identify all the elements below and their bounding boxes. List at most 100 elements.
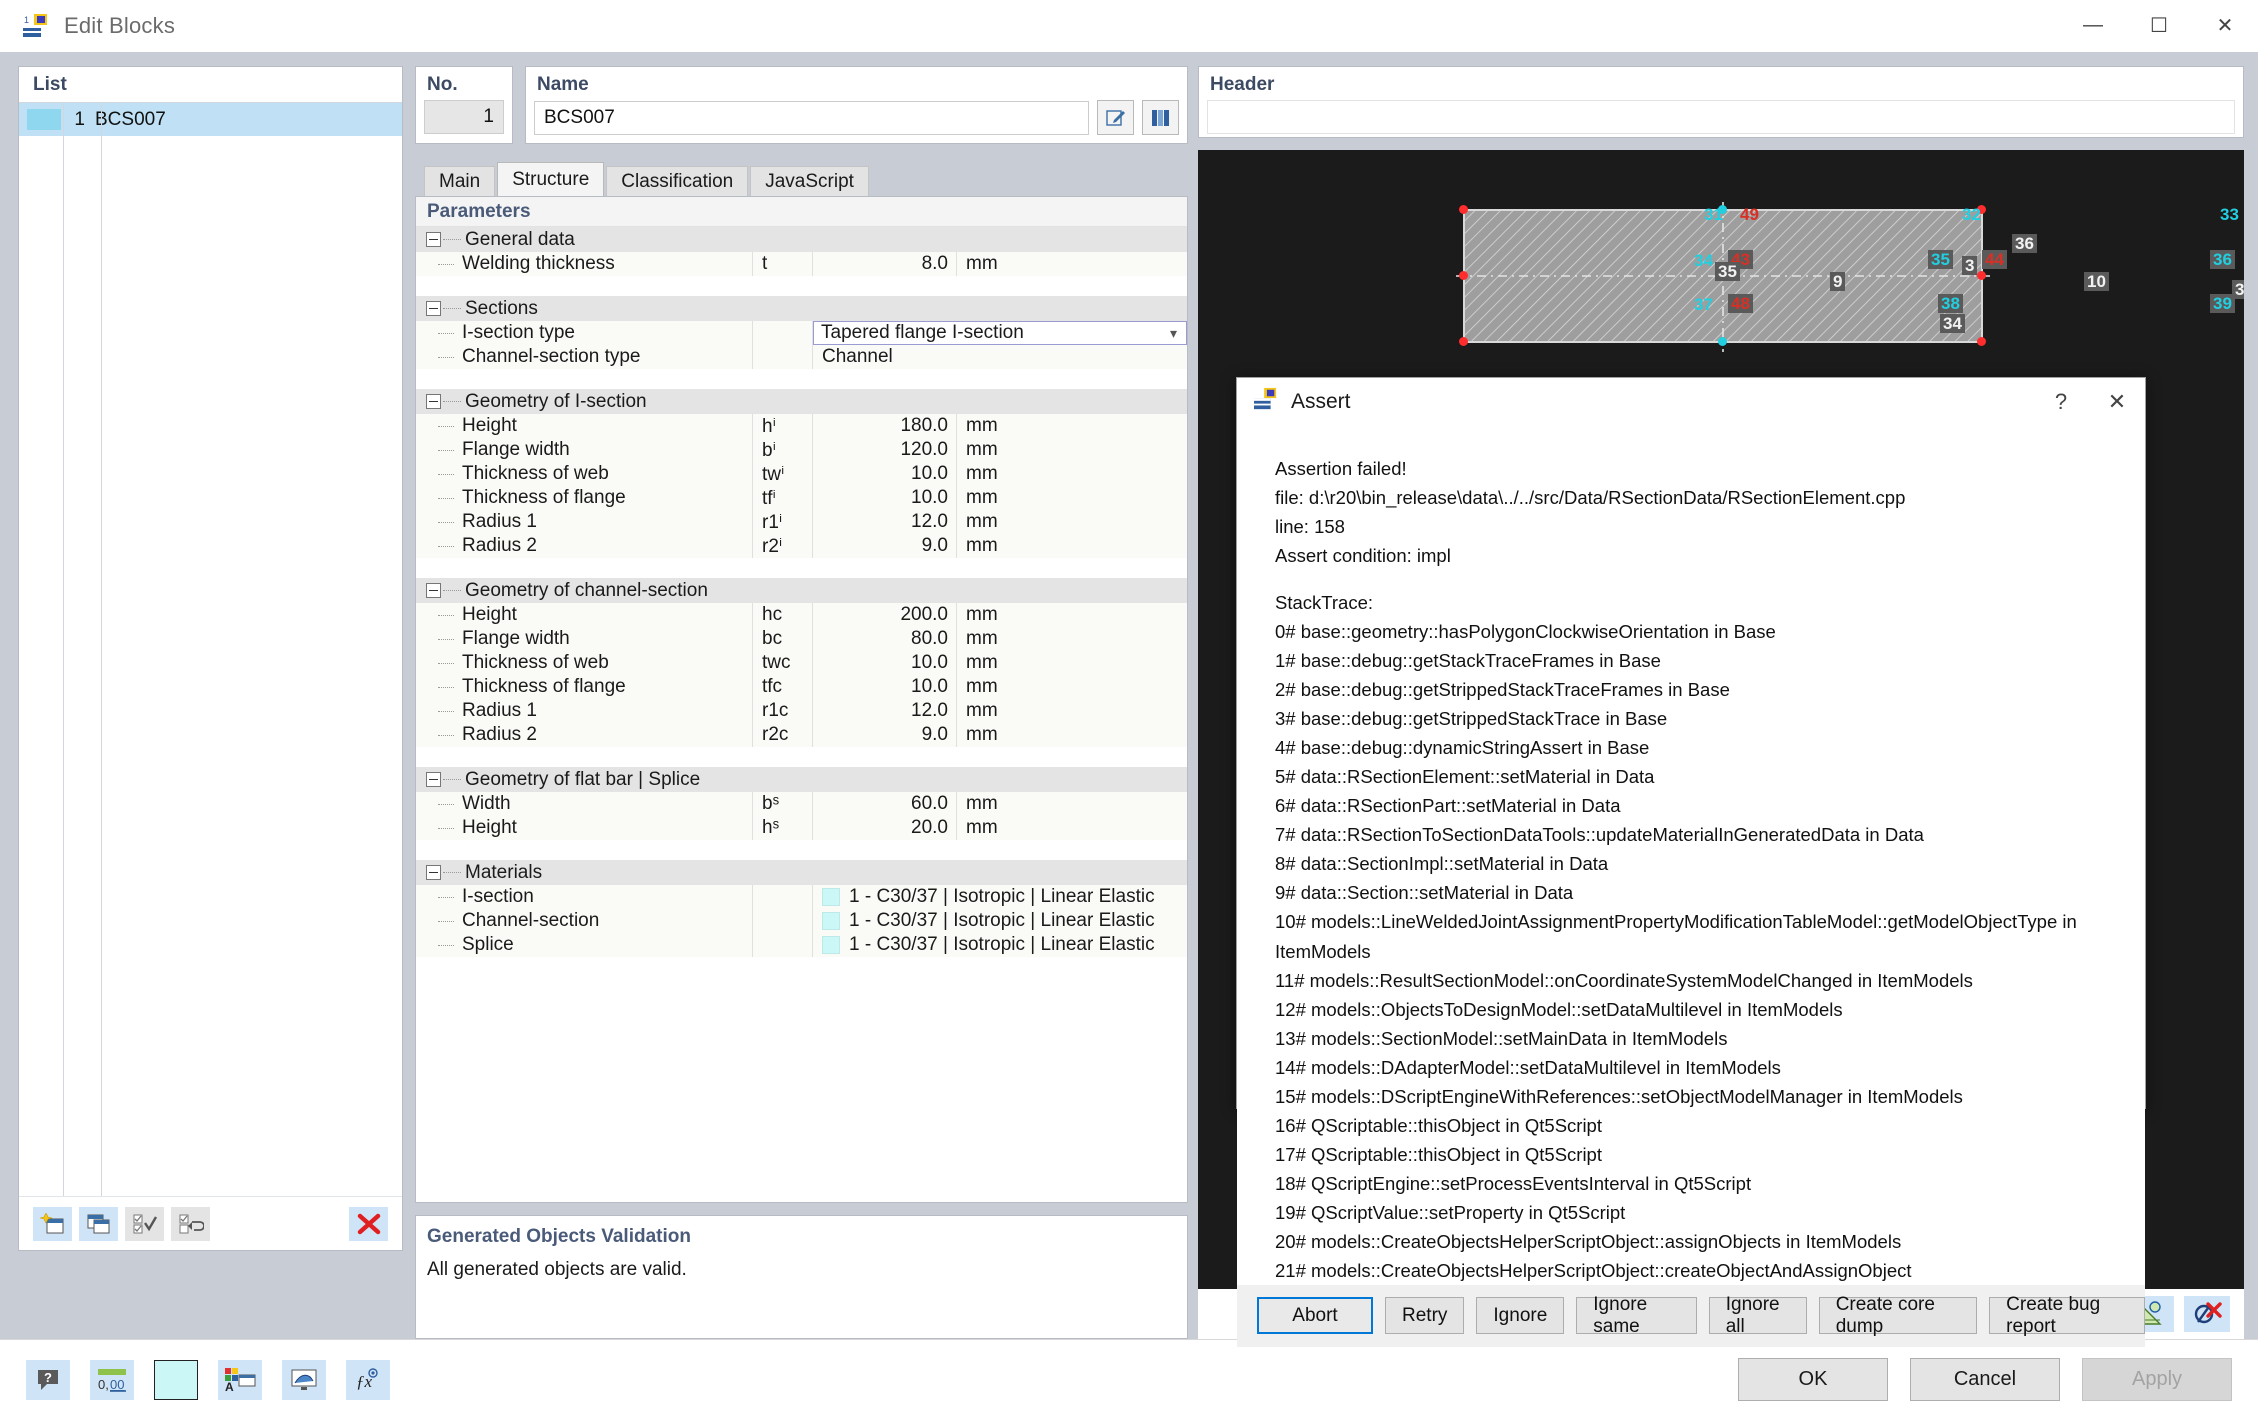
help-icon-button[interactable]: ? bbox=[26, 1359, 70, 1400]
collapse-icon[interactable] bbox=[426, 772, 441, 787]
group-sections[interactable]: Sections bbox=[416, 296, 1187, 321]
row-value[interactable]: 60.0 bbox=[812, 792, 956, 816]
close-button[interactable]: ✕ bbox=[2192, 0, 2258, 52]
row-value[interactable]: 180.0 bbox=[812, 414, 956, 438]
row-value[interactable]: 20.0 bbox=[812, 816, 956, 840]
row-value[interactable]: 12.0 bbox=[812, 699, 956, 723]
assert-dialog[interactable]: Assert ? ✕ Assertion failed! file: d:\r20… bbox=[1236, 377, 2146, 1347]
section-node-label: 49 bbox=[1740, 205, 1759, 224]
close-icon[interactable]: ✕ bbox=[2089, 378, 2145, 426]
tab-classification[interactable]: Classification bbox=[606, 166, 749, 196]
tab-main[interactable]: Main bbox=[424, 166, 496, 196]
clear-selection-button[interactable] bbox=[2184, 1296, 2230, 1332]
retry-button[interactable]: Retry bbox=[1385, 1297, 1465, 1335]
row-unit: mm bbox=[956, 438, 1187, 462]
delete-block-button[interactable] bbox=[349, 1206, 388, 1241]
parameters-grid[interactable]: General data Welding thickness t 8.0 mm bbox=[416, 227, 1187, 1202]
group-geometry-i-section[interactable]: Geometry of I-section bbox=[416, 389, 1187, 414]
table-row[interactable]: Radius 1 r1ᴄ 12.0 mm bbox=[416, 699, 1187, 723]
name-input[interactable]: BCS007 bbox=[534, 100, 1089, 135]
table-row[interactable]: Height hⁱ 180.0 mm bbox=[416, 414, 1187, 438]
create-bug-report-button[interactable]: Create bug report bbox=[1989, 1294, 2145, 1337]
ignore-all-button[interactable]: Ignore all bbox=[1708, 1294, 1807, 1337]
group-geometry-channel-section[interactable]: Geometry of channel-section bbox=[416, 578, 1187, 603]
row-material-cell[interactable]: 1 - C30/37 | Isotropic | Linear Elastic bbox=[812, 933, 1187, 957]
table-row[interactable]: Radius 2 r2ᴄ 9.0 mm bbox=[416, 723, 1187, 747]
row-value[interactable]: 10.0 bbox=[812, 651, 956, 675]
row-symbol bbox=[752, 345, 812, 369]
create-core-dump-button[interactable]: Create core dump bbox=[1818, 1294, 1978, 1337]
table-row[interactable]: Channel-section 1 - C30/37 | Isotropic |… bbox=[416, 909, 1187, 933]
tab-structure[interactable]: Structure bbox=[497, 162, 605, 196]
minimize-button[interactable]: — bbox=[2060, 0, 2126, 52]
group-geometry-flat-bar[interactable]: Geometry of flat bar | Splice bbox=[416, 767, 1187, 792]
row-value[interactable]: Channel bbox=[812, 345, 1187, 369]
group-materials[interactable]: Materials bbox=[416, 860, 1187, 885]
table-row[interactable]: Radius 1 r1ⁱ 12.0 mm bbox=[416, 510, 1187, 534]
name-library-icon[interactable] bbox=[1142, 100, 1179, 135]
row-value[interactable]: 80.0 bbox=[812, 627, 956, 651]
table-row[interactable]: Splice 1 - C30/37 | Isotropic | Linear E… bbox=[416, 933, 1187, 957]
row-value[interactable]: 10.0 bbox=[812, 462, 956, 486]
decimal-places-button[interactable]: 0, 00 bbox=[90, 1359, 134, 1400]
row-value[interactable]: 9.0 bbox=[812, 723, 956, 747]
new-block-button[interactable] bbox=[33, 1206, 72, 1241]
maximize-button[interactable]: ☐ bbox=[2126, 0, 2192, 52]
i-section-type-combo[interactable]: Tapered flange I-section ▾ bbox=[813, 321, 1187, 345]
table-row[interactable]: Thickness of web twⁱ 10.0 mm bbox=[416, 462, 1187, 486]
invert-selection-button[interactable] bbox=[171, 1206, 210, 1241]
edit-name-icon[interactable] bbox=[1097, 100, 1134, 135]
ok-button[interactable]: OK bbox=[1738, 1358, 1888, 1401]
row-value[interactable]: 8.0 bbox=[812, 252, 956, 276]
table-row[interactable]: Height hᴄ 200.0 mm bbox=[416, 603, 1187, 627]
header-input[interactable] bbox=[1207, 100, 2235, 134]
row-spacer bbox=[416, 369, 1187, 389]
table-row[interactable]: Thickness of web twᴄ 10.0 mm bbox=[416, 651, 1187, 675]
row-value[interactable]: 10.0 bbox=[812, 486, 956, 510]
collapse-icon[interactable] bbox=[426, 232, 441, 247]
abort-button[interactable]: Abort bbox=[1257, 1297, 1373, 1335]
table-row[interactable]: Radius 2 r2ⁱ 9.0 mm bbox=[416, 534, 1187, 558]
row-label: Radius 1 bbox=[462, 700, 537, 721]
ignore-same-button[interactable]: Ignore same bbox=[1576, 1294, 1697, 1337]
cancel-button[interactable]: Cancel bbox=[1910, 1358, 2060, 1401]
collapse-icon[interactable] bbox=[426, 301, 441, 316]
table-row[interactable]: Height hˢ 20.0 mm bbox=[416, 816, 1187, 840]
tab-javascript[interactable]: JavaScript bbox=[750, 166, 869, 196]
collapse-icon[interactable] bbox=[426, 583, 441, 598]
assert-line: 17# QScriptable::thisObject in Qt5Script bbox=[1275, 1143, 1602, 1165]
row-label: Splice bbox=[462, 934, 514, 955]
select-all-button[interactable] bbox=[125, 1206, 164, 1241]
table-row[interactable]: Thickness of flange tfⁱ 10.0 mm bbox=[416, 486, 1187, 510]
ignore-button[interactable]: Ignore bbox=[1476, 1297, 1565, 1335]
help-button[interactable]: ? bbox=[2033, 378, 2089, 426]
formula-button[interactable]: ƒx bbox=[346, 1359, 390, 1400]
table-row[interactable]: I-section 1 - C30/37 | Isotropic | Linea… bbox=[416, 885, 1187, 909]
row-material-cell[interactable]: 1 - C30/37 | Isotropic | Linear Elastic bbox=[812, 885, 1187, 909]
display-settings-button[interactable] bbox=[282, 1359, 326, 1400]
table-row[interactable]: Width bˢ 60.0 mm bbox=[416, 792, 1187, 816]
table-row[interactable]: I-section type Tapered flange I-section … bbox=[416, 321, 1187, 345]
table-row[interactable]: Flange width bⁱ 120.0 mm bbox=[416, 438, 1187, 462]
list-item[interactable]: 1 BCS007 bbox=[19, 103, 402, 136]
copy-block-button[interactable] bbox=[79, 1206, 118, 1241]
block-list[interactable]: 1 BCS007 bbox=[19, 103, 402, 1196]
group-general-data[interactable]: General data bbox=[416, 227, 1187, 252]
row-value[interactable]: 9.0 bbox=[812, 534, 956, 558]
row-value-cell[interactable]: Tapered flange I-section ▾ bbox=[812, 321, 1187, 345]
assert-line: 13# models::SectionModel::setMainData in… bbox=[1275, 1027, 1728, 1049]
color-swatch-button[interactable] bbox=[154, 1359, 198, 1400]
no-value: 1 bbox=[424, 100, 504, 134]
table-row[interactable]: Channel-section type Channel bbox=[416, 345, 1187, 369]
row-value[interactable]: 12.0 bbox=[812, 510, 956, 534]
collapse-icon[interactable] bbox=[426, 394, 441, 409]
row-value[interactable]: 200.0 bbox=[812, 603, 956, 627]
row-value[interactable]: 10.0 bbox=[812, 675, 956, 699]
table-row[interactable]: Thickness of flange tfᴄ 10.0 mm bbox=[416, 675, 1187, 699]
row-value[interactable]: 120.0 bbox=[812, 438, 956, 462]
collapse-icon[interactable] bbox=[426, 865, 441, 880]
table-row[interactable]: Flange width bᴄ 80.0 mm bbox=[416, 627, 1187, 651]
annotation-button[interactable]: A bbox=[218, 1359, 262, 1400]
row-material-cell[interactable]: 1 - C30/37 | Isotropic | Linear Elastic bbox=[812, 909, 1187, 933]
table-row[interactable]: Welding thickness t 8.0 mm bbox=[416, 252, 1187, 276]
